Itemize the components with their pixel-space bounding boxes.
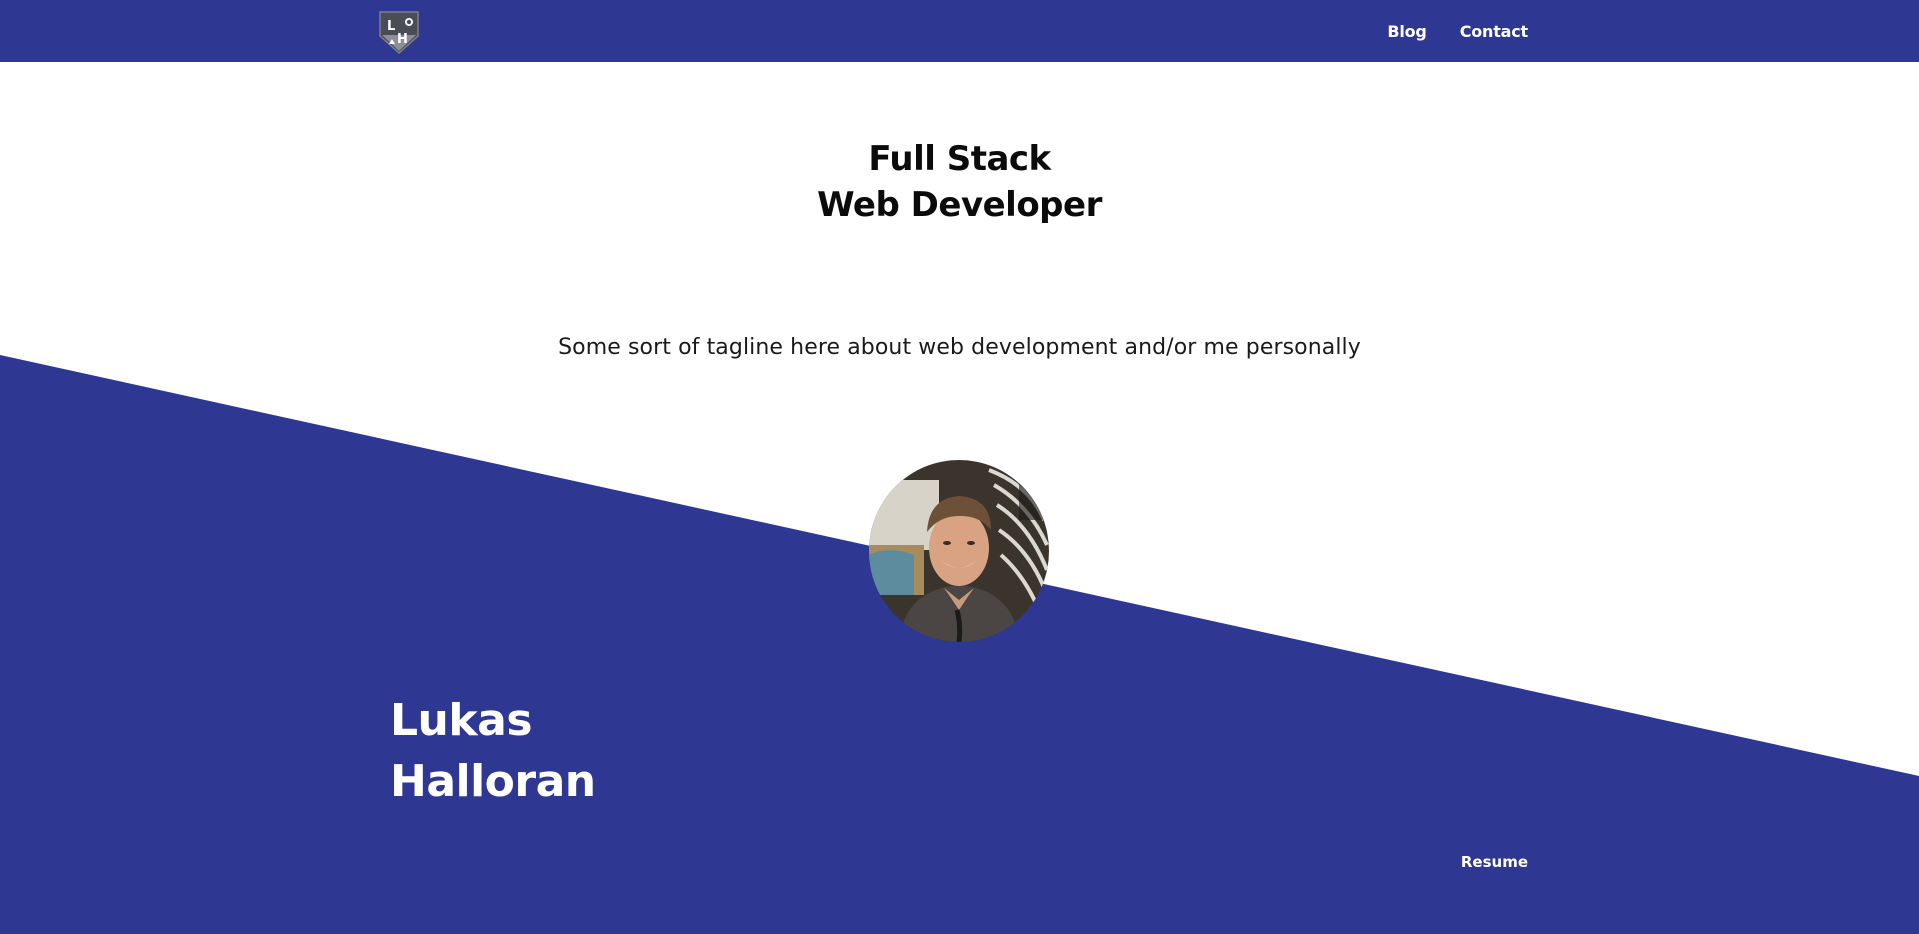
profile-name: Lukas Halloran bbox=[390, 690, 596, 812]
top-navbar: L H Blog Contact bbox=[0, 0, 1919, 62]
logo-letter-l: L bbox=[387, 19, 395, 34]
nav-link-blog[interactable]: Blog bbox=[1387, 22, 1427, 41]
logo-letter-h: H bbox=[397, 32, 408, 47]
resume-link[interactable]: Resume bbox=[1461, 853, 1528, 871]
logo-shield-icon[interactable]: L H bbox=[376, 9, 422, 55]
nav-link-contact[interactable]: Contact bbox=[1460, 22, 1529, 41]
hero-title: Full Stack Web Developer bbox=[0, 136, 1919, 228]
hero-tagline: Some sort of tagline here about web deve… bbox=[558, 335, 1361, 360]
page: L H Blog Contact Full Stack Web Develope… bbox=[0, 0, 1919, 934]
nav-links: Blog Contact bbox=[1387, 0, 1528, 62]
profile-last-name: Halloran bbox=[390, 756, 596, 807]
profile-first-name: Lukas bbox=[390, 695, 533, 746]
hero-title-line-2: Web Developer bbox=[817, 185, 1102, 225]
profile-photo bbox=[869, 460, 1049, 642]
hero-title-line-1: Full Stack bbox=[868, 139, 1051, 179]
